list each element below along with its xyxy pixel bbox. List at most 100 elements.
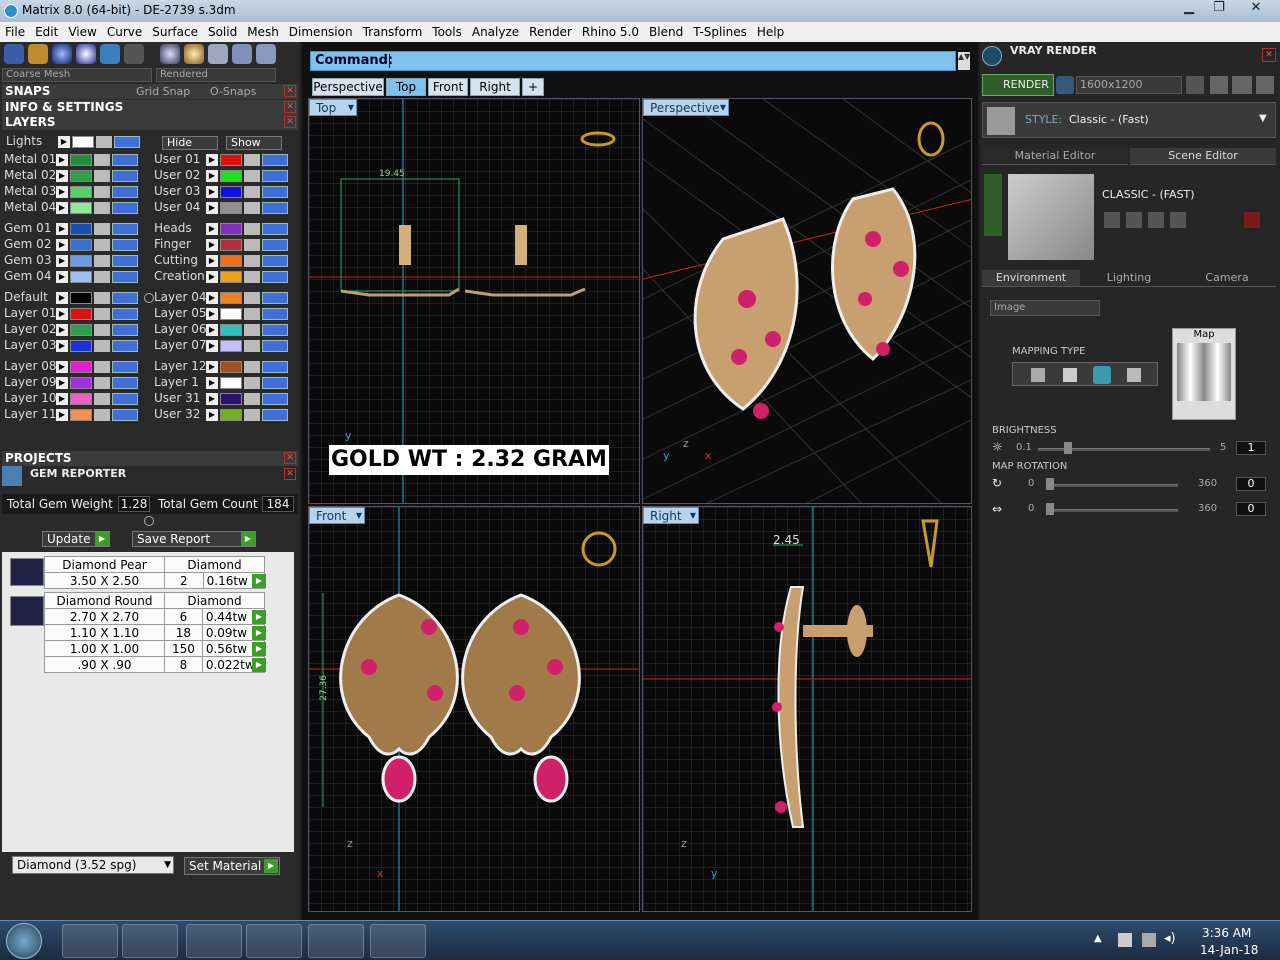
arrow-icon[interactable]: ▶ — [206, 202, 218, 214]
settings-icon[interactable] — [124, 44, 144, 64]
lock-icon[interactable] — [94, 186, 110, 198]
render-combo[interactable]: Rendered — [156, 68, 276, 82]
menu-tools[interactable]: Tools — [427, 22, 467, 39]
layer-color-swatch[interactable] — [220, 393, 242, 405]
lock-icon[interactable] — [94, 340, 110, 352]
menu-help[interactable]: Help — [752, 22, 789, 39]
lock-icon[interactable] — [244, 202, 260, 214]
splitter-handle[interactable] — [144, 516, 154, 526]
layer-color-swatch[interactable] — [70, 154, 92, 166]
save-icon[interactable] — [1104, 212, 1120, 228]
visibility-toggle[interactable] — [262, 361, 288, 373]
clock-time[interactable]: 3:36 AM — [1202, 926, 1251, 940]
lock-icon[interactable] — [94, 239, 110, 251]
display-icon[interactable] — [208, 44, 228, 64]
sphere-shade-icon[interactable] — [52, 44, 72, 64]
lock-icon[interactable] — [94, 202, 110, 214]
material-icon[interactable] — [160, 44, 180, 64]
visibility-toggle[interactable] — [112, 271, 138, 283]
lock-icon[interactable] — [244, 324, 260, 336]
arrow-icon[interactable]: ▶ — [252, 574, 266, 588]
arrow-icon[interactable]: ▶ — [252, 626, 266, 640]
display3-icon[interactable] — [256, 44, 276, 64]
close-icon[interactable]: ✕ — [284, 452, 296, 464]
layer-color-swatch[interactable] — [220, 292, 242, 304]
layer-color-swatch[interactable] — [70, 409, 92, 421]
layer-color-swatch[interactable] — [70, 223, 92, 235]
visibility-toggle[interactable] — [262, 409, 288, 421]
frame-icon[interactable] — [1210, 76, 1228, 94]
tray-arrow-icon[interactable]: ▲ — [1094, 933, 1102, 944]
front-viewport-label[interactable]: Front ▼ — [309, 507, 365, 524]
brightness-handle[interactable] — [1064, 442, 1072, 454]
maximize-button[interactable]: ❐ — [1204, 0, 1234, 18]
layer-color-swatch[interactable] — [220, 202, 242, 214]
layer-color-swatch[interactable] — [70, 377, 92, 389]
layer-color-swatch[interactable] — [220, 340, 242, 352]
arrow-icon[interactable]: ▶ — [206, 377, 218, 389]
lock-icon[interactable] — [244, 239, 260, 251]
menu-mesh[interactable]: Mesh — [242, 22, 284, 39]
ie-task[interactable] — [186, 924, 242, 958]
layer-color-swatch[interactable] — [220, 377, 242, 389]
save-as-icon[interactable] — [1126, 212, 1142, 228]
close-icon[interactable]: ✕ — [284, 468, 296, 480]
collapse-handle[interactable] — [984, 174, 1002, 236]
flag-icon[interactable] — [1118, 933, 1132, 947]
layer-row[interactable]: Layer 01 ▶ — [2, 306, 142, 321]
menu-file[interactable]: File — [0, 22, 30, 39]
arrow-icon[interactable]: ▶ — [206, 223, 218, 235]
top-viewport[interactable]: 19.45 Top ▼ y GOLD WT : 2.32 GRAM — [308, 98, 640, 504]
export-icon[interactable] — [1170, 212, 1186, 228]
layer-color-swatch[interactable] — [220, 223, 242, 235]
visibility-toggle[interactable] — [112, 186, 138, 198]
rotation1-slider[interactable] — [1046, 484, 1178, 487]
cube-icon[interactable] — [1063, 368, 1077, 382]
rotation2-slider[interactable] — [1046, 509, 1178, 512]
layer-row[interactable]: Layer 08 ▶ — [2, 359, 142, 374]
visibility-toggle[interactable] — [262, 292, 288, 304]
visibility-toggle[interactable] — [112, 409, 138, 421]
perspective-viewport-label[interactable]: Perspective ▼ — [643, 99, 729, 116]
arrow-icon[interactable]: ▶ — [56, 170, 68, 182]
layer-color-swatch[interactable] — [70, 186, 92, 198]
front-viewport[interactable]: 27.36 Front ▼ z x — [308, 506, 640, 912]
right-viewport-label[interactable]: Right ▼ — [643, 507, 699, 524]
info-header[interactable]: INFO & SETTINGS ✕ — [2, 100, 298, 115]
arrow-icon[interactable]: ▶ — [206, 340, 218, 352]
lock-icon[interactable] — [244, 308, 260, 320]
style-selector[interactable]: STYLE: Classic - (Fast) ▼ — [982, 102, 1276, 138]
layer-row[interactable]: Finger ▶ — [152, 237, 292, 252]
layer-row[interactable]: Layer 03 ▶ — [2, 338, 142, 353]
layer-row[interactable]: Metal 03 ▶ — [2, 184, 142, 199]
lock-icon[interactable] — [94, 361, 110, 373]
visibility-toggle[interactable] — [112, 324, 138, 336]
arrow-icon[interactable]: ▶ — [56, 271, 68, 283]
transform-tool-icon[interactable] — [28, 44, 48, 64]
lights-row[interactable]: Lights ▶ — [4, 134, 144, 149]
menu-surface[interactable]: Surface — [147, 22, 203, 39]
lock-icon[interactable] — [244, 271, 260, 283]
layer-color-swatch[interactable] — [70, 308, 92, 320]
layer-color-swatch[interactable] — [70, 239, 92, 251]
layer-color-swatch[interactable] — [70, 361, 92, 373]
lock-icon[interactable] — [94, 377, 110, 389]
grid-tool-icon[interactable] — [4, 44, 24, 64]
arrow-icon[interactable]: ▶ — [56, 409, 68, 421]
layer-row[interactable]: User 04 ▶ — [152, 200, 292, 215]
arrow-icon[interactable]: ▶ — [56, 154, 68, 166]
lock-icon[interactable] — [94, 409, 110, 421]
arrow-icon[interactable]: ▶ — [56, 308, 68, 320]
vray-task[interactable] — [246, 924, 302, 958]
arrow-icon[interactable]: ▶ — [206, 239, 218, 251]
layer-row[interactable]: Layer 05 ▶ — [152, 306, 292, 321]
visibility-toggle[interactable] — [262, 154, 288, 166]
arrow-icon[interactable]: ▶ — [56, 255, 68, 267]
lock-icon[interactable] — [244, 340, 260, 352]
layer-color-swatch[interactable] — [220, 409, 242, 421]
lock-icon[interactable] — [94, 271, 110, 283]
visibility-toggle[interactable] — [262, 186, 288, 198]
lock-icon[interactable] — [244, 377, 260, 389]
menu-tsplines[interactable]: T-Splines — [688, 22, 752, 39]
lock-icon[interactable] — [244, 154, 260, 166]
